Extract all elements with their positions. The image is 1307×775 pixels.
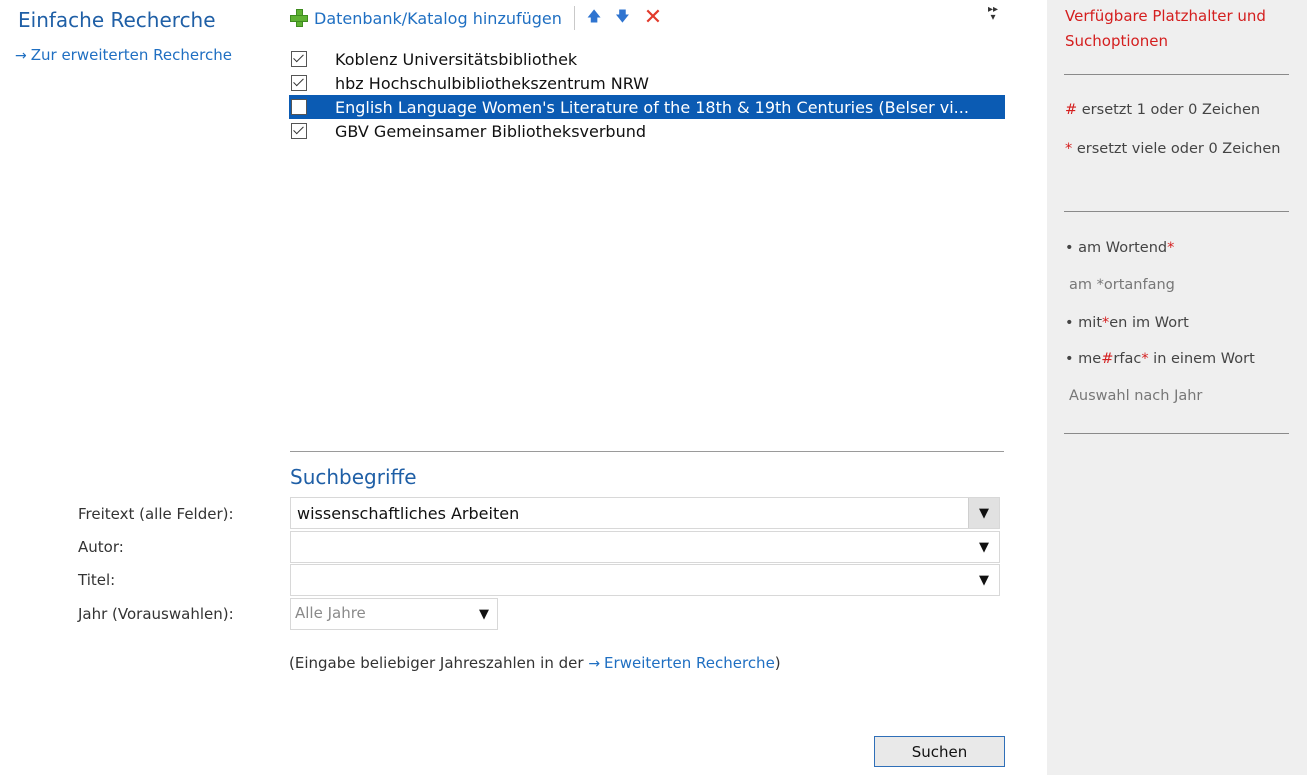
database-name: Koblenz Universitätsbibliothek bbox=[335, 49, 578, 69]
help-divider bbox=[1064, 433, 1289, 434]
year-select-value: Alle Jahre bbox=[295, 604, 366, 622]
example-text: rfac bbox=[1113, 351, 1142, 367]
wildcard-help-panel: Verfügbare Platzhalter und Suchoptionen … bbox=[1047, 0, 1307, 775]
move-down-button[interactable]: 🡇 bbox=[615, 6, 629, 30]
database-row[interactable]: hbz Hochschulbibliothekszentrum NRW bbox=[289, 71, 1005, 95]
example-text: en im Wort bbox=[1109, 315, 1189, 331]
bullet-icon: • bbox=[1065, 240, 1074, 256]
example-word-end: • am Wortend* bbox=[1065, 236, 1300, 260]
database-list: Koblenz Universitätsbibliothek hbz Hochs… bbox=[289, 47, 1005, 143]
example-text: in einem Wort bbox=[1148, 351, 1255, 367]
author-label: Autor: bbox=[78, 538, 124, 556]
arrow-down-icon: 🡇 bbox=[615, 9, 630, 25]
example-text: am Wortend bbox=[1078, 240, 1168, 256]
year-note-text: (Eingabe beliebiger Jahreszahlen in der bbox=[289, 654, 584, 672]
dropdown-arrow-icon[interactable]: ▼ bbox=[969, 565, 999, 595]
year-note-close: ) bbox=[774, 654, 781, 672]
example-word-start: am *ortanfang bbox=[1069, 277, 1175, 293]
example-text: mit bbox=[1078, 315, 1103, 331]
database-checkbox[interactable] bbox=[291, 51, 307, 67]
database-checkbox[interactable] bbox=[291, 123, 307, 139]
title-combobox[interactable]: ▼ bbox=[290, 564, 1000, 596]
freetext-combobox[interactable]: wissenschaftliches Arbeiten ▼ bbox=[290, 497, 1000, 529]
database-row[interactable]: GBV Gemeinsamer Bibliotheksverbund bbox=[289, 119, 1005, 143]
toolbar-separator bbox=[573, 6, 575, 30]
plus-icon bbox=[290, 9, 308, 27]
example-in-word: • mit*en im Wort bbox=[1065, 311, 1300, 335]
freetext-input[interactable]: wissenschaftliches Arbeiten bbox=[297, 504, 519, 523]
advanced-search-inline-link[interactable]: → Erweiterten Recherche bbox=[588, 654, 774, 672]
year-label: Jahr (Vorauswahlen): bbox=[78, 605, 234, 623]
database-row-selected[interactable]: English Language Women's Literature of t… bbox=[289, 95, 1005, 119]
overflow-menu-button[interactable]: ▸▸ ▾ bbox=[987, 4, 998, 23]
overflow-icon: ▸▸ ▾ bbox=[987, 4, 998, 23]
add-database-button[interactable]: Datenbank/Katalog hinzufügen bbox=[290, 9, 562, 28]
example-wildcard: * bbox=[1141, 351, 1149, 367]
section-divider bbox=[290, 451, 1004, 452]
search-button[interactable]: Suchen bbox=[874, 736, 1005, 767]
remove-database-button[interactable]: ✕ bbox=[644, 7, 662, 29]
move-up-button[interactable]: 🡅 bbox=[587, 6, 601, 30]
advanced-search-inline-label: Erweiterten Recherche bbox=[604, 654, 775, 672]
arrow-right-icon: → bbox=[15, 48, 27, 64]
title-label: Titel: bbox=[78, 571, 116, 589]
database-checkbox[interactable] bbox=[291, 75, 307, 91]
dropdown-arrow-icon[interactable]: ▼ bbox=[968, 498, 999, 528]
year-select[interactable]: Alle Jahre ▼ bbox=[290, 598, 498, 630]
star-description: ersetzt viele oder 0 Zeichen bbox=[1076, 141, 1281, 157]
arrow-up-icon: 🡅 bbox=[586, 9, 602, 25]
search-section-title: Suchbegriffe bbox=[290, 465, 417, 489]
help-divider bbox=[1064, 211, 1289, 212]
close-icon: ✕ bbox=[643, 5, 663, 30]
add-database-label: Datenbank/Katalog hinzufügen bbox=[314, 8, 562, 28]
hash-description: ersetzt 1 oder 0 Zeichen bbox=[1081, 102, 1261, 118]
hash-symbol: # bbox=[1065, 102, 1078, 118]
example-wildcard: * bbox=[1167, 240, 1175, 256]
example-combined: • me#rfac* in einem Wort bbox=[1065, 347, 1300, 371]
help-panel-title: Verfügbare Platzhalter und Suchoptionen bbox=[1065, 7, 1266, 50]
example-wildcard: # bbox=[1101, 351, 1114, 367]
dropdown-arrow-icon[interactable]: ▼ bbox=[969, 532, 999, 562]
year-selection-info: Auswahl nach Jahr bbox=[1069, 388, 1203, 404]
bullet-icon: • bbox=[1065, 315, 1074, 331]
year-note: (Eingabe beliebiger Jahreszahlen in der … bbox=[289, 654, 781, 672]
star-symbol: * bbox=[1065, 141, 1073, 157]
database-name: English Language Women's Literature of t… bbox=[335, 97, 969, 117]
arrow-right-icon: → bbox=[588, 656, 601, 672]
database-name: GBV Gemeinsamer Bibliotheksverbund bbox=[335, 121, 647, 141]
hash-wildcard-info: # ersetzt 1 oder 0 Zeichen bbox=[1065, 98, 1300, 122]
page-title: Einfache Recherche bbox=[18, 8, 216, 32]
database-checkbox[interactable] bbox=[291, 99, 307, 115]
advanced-search-link-label: Zur erweiterten Recherche bbox=[30, 46, 232, 64]
dropdown-arrow-icon[interactable]: ▼ bbox=[479, 607, 489, 622]
freetext-label: Freitext (alle Felder): bbox=[78, 505, 234, 523]
author-combobox[interactable]: ▼ bbox=[290, 531, 1000, 563]
database-name: hbz Hochschulbibliothekszentrum NRW bbox=[335, 73, 649, 93]
database-row[interactable]: Koblenz Universitätsbibliothek bbox=[289, 47, 1005, 71]
example-text: me bbox=[1078, 351, 1102, 367]
help-divider bbox=[1064, 74, 1289, 75]
bullet-icon: • bbox=[1065, 351, 1074, 367]
star-wildcard-info: * ersetzt viele oder 0 Zeichen bbox=[1065, 137, 1300, 161]
advanced-search-link[interactable]: → Zur erweiterten Recherche bbox=[15, 46, 232, 64]
database-toolbar: Datenbank/Katalog hinzufügen 🡅 🡇 ✕ ▸▸ ▾ bbox=[290, 4, 1004, 32]
